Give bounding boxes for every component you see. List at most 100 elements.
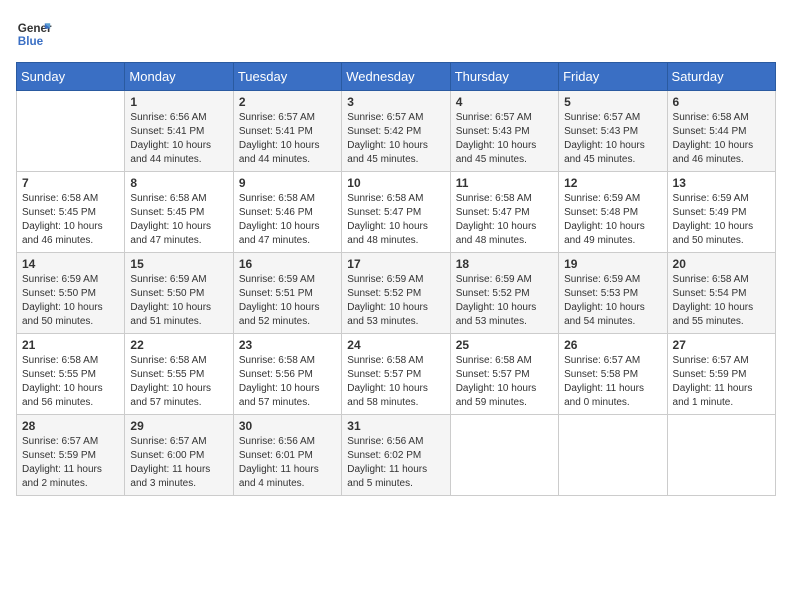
day-info: Sunrise: 6:59 AMSunset: 5:48 PMDaylight:… [564, 192, 661, 248]
day-number: 11 [456, 176, 553, 190]
calendar-table: SundayMondayTuesdayWednesdayThursdayFrid… [16, 62, 776, 496]
calendar-header-row: SundayMondayTuesdayWednesdayThursdayFrid… [17, 63, 776, 91]
day-cell: 15 Sunrise: 6:59 AMSunset: 5:50 PMDayligh… [125, 253, 233, 334]
day-number: 12 [564, 176, 661, 190]
day-info: Sunrise: 6:59 AMSunset: 5:50 PMDaylight:… [130, 273, 227, 329]
day-number: 7 [22, 176, 119, 190]
day-info: Sunrise: 6:57 AMSunset: 5:41 PMDaylight:… [239, 111, 336, 167]
day-cell [17, 91, 125, 172]
day-number: 3 [347, 95, 444, 109]
day-number: 30 [239, 419, 336, 433]
day-cell: 16 Sunrise: 6:59 AMSunset: 5:51 PMDayligh… [233, 253, 341, 334]
day-info: Sunrise: 6:58 AMSunset: 5:55 PMDaylight:… [130, 354, 227, 410]
day-info: Sunrise: 6:57 AMSunset: 5:58 PMDaylight:… [564, 354, 661, 410]
day-cell: 12 Sunrise: 6:59 AMSunset: 5:48 PMDayligh… [559, 172, 667, 253]
logo: General Blue [16, 16, 52, 52]
week-row-1: 1 Sunrise: 6:56 AMSunset: 5:41 PMDaylight… [17, 91, 776, 172]
day-number: 13 [673, 176, 770, 190]
day-number: 25 [456, 338, 553, 352]
day-info: Sunrise: 6:58 AMSunset: 5:45 PMDaylight:… [22, 192, 119, 248]
day-info: Sunrise: 6:58 AMSunset: 5:47 PMDaylight:… [456, 192, 553, 248]
column-header-monday: Monday [125, 63, 233, 91]
day-number: 23 [239, 338, 336, 352]
day-info: Sunrise: 6:59 AMSunset: 5:53 PMDaylight:… [564, 273, 661, 329]
column-header-friday: Friday [559, 63, 667, 91]
day-info: Sunrise: 6:57 AMSunset: 5:43 PMDaylight:… [564, 111, 661, 167]
day-number: 28 [22, 419, 119, 433]
day-info: Sunrise: 6:56 AMSunset: 6:01 PMDaylight:… [239, 435, 336, 491]
day-number: 20 [673, 257, 770, 271]
day-cell: 14Sunrise: 6:59 AMSunset: 5:50 PMDayligh… [17, 253, 125, 334]
day-number: 5 [564, 95, 661, 109]
day-info: Sunrise: 6:59 AMSunset: 5:49 PMDaylight:… [673, 192, 770, 248]
day-number: 22 [130, 338, 227, 352]
day-cell: 20 Sunrise: 6:58 AMSunset: 5:54 PMDayligh… [667, 253, 775, 334]
day-info: Sunrise: 6:58 AMSunset: 5:54 PMDaylight:… [673, 273, 770, 329]
day-info: Sunrise: 6:57 AMSunset: 6:00 PMDaylight:… [130, 435, 227, 491]
day-info: Sunrise: 6:59 AMSunset: 5:52 PMDaylight:… [456, 273, 553, 329]
day-cell: 9 Sunrise: 6:58 AMSunset: 5:46 PMDaylight… [233, 172, 341, 253]
week-row-2: 7 Sunrise: 6:58 AMSunset: 5:45 PMDaylight… [17, 172, 776, 253]
day-number: 17 [347, 257, 444, 271]
day-cell: 28 Sunrise: 6:57 AMSunset: 5:59 PMDayligh… [17, 415, 125, 496]
day-cell: 29Sunrise: 6:57 AMSunset: 6:00 PMDayligh… [125, 415, 233, 496]
day-info: Sunrise: 6:57 AMSunset: 5:42 PMDaylight:… [347, 111, 444, 167]
day-info: Sunrise: 6:58 AMSunset: 5:55 PMDaylight:… [22, 354, 119, 410]
day-number: 4 [456, 95, 553, 109]
day-cell: 2 Sunrise: 6:57 AMSunset: 5:41 PMDaylight… [233, 91, 341, 172]
day-info: Sunrise: 6:58 AMSunset: 5:45 PMDaylight:… [130, 192, 227, 248]
column-header-saturday: Saturday [667, 63, 775, 91]
week-row-5: 28 Sunrise: 6:57 AMSunset: 5:59 PMDayligh… [17, 415, 776, 496]
day-number: 18 [456, 257, 553, 271]
day-number: 1 [130, 95, 227, 109]
day-info: Sunrise: 6:57 AMSunset: 5:59 PMDaylight:… [22, 435, 119, 491]
day-cell: 13 Sunrise: 6:59 AMSunset: 5:49 PMDayligh… [667, 172, 775, 253]
day-cell: 19 Sunrise: 6:59 AMSunset: 5:53 PMDayligh… [559, 253, 667, 334]
day-number: 16 [239, 257, 336, 271]
day-cell: 18 Sunrise: 6:59 AMSunset: 5:52 PMDayligh… [450, 253, 558, 334]
day-cell: 10Sunrise: 6:58 AMSunset: 5:47 PMDayligh… [342, 172, 450, 253]
day-info: Sunrise: 6:57 AMSunset: 5:43 PMDaylight:… [456, 111, 553, 167]
week-row-4: 21Sunrise: 6:58 AMSunset: 5:55 PMDayligh… [17, 334, 776, 415]
day-cell [450, 415, 558, 496]
day-info: Sunrise: 6:59 AMSunset: 5:51 PMDaylight:… [239, 273, 336, 329]
day-cell: 23 Sunrise: 6:58 AMSunset: 5:56 PMDayligh… [233, 334, 341, 415]
day-number: 10 [347, 176, 444, 190]
svg-text:Blue: Blue [18, 35, 44, 48]
day-cell [667, 415, 775, 496]
column-header-sunday: Sunday [17, 63, 125, 91]
logo-icon: General Blue [16, 16, 52, 52]
day-info: Sunrise: 6:58 AMSunset: 5:46 PMDaylight:… [239, 192, 336, 248]
day-number: 26 [564, 338, 661, 352]
day-info: Sunrise: 6:58 AMSunset: 5:57 PMDaylight:… [347, 354, 444, 410]
day-number: 2 [239, 95, 336, 109]
day-cell: 27Sunrise: 6:57 AMSunset: 5:59 PMDayligh… [667, 334, 775, 415]
day-info: Sunrise: 6:56 AMSunset: 5:41 PMDaylight:… [130, 111, 227, 167]
column-header-thursday: Thursday [450, 63, 558, 91]
day-cell [559, 415, 667, 496]
column-header-wednesday: Wednesday [342, 63, 450, 91]
day-cell: 24Sunrise: 6:58 AMSunset: 5:57 PMDayligh… [342, 334, 450, 415]
day-info: Sunrise: 6:57 AMSunset: 5:59 PMDaylight:… [673, 354, 770, 410]
day-number: 15 [130, 257, 227, 271]
day-cell: 31Sunrise: 6:56 AMSunset: 6:02 PMDayligh… [342, 415, 450, 496]
day-number: 8 [130, 176, 227, 190]
day-info: Sunrise: 6:58 AMSunset: 5:44 PMDaylight:… [673, 111, 770, 167]
day-cell: 26 Sunrise: 6:57 AMSunset: 5:58 PMDayligh… [559, 334, 667, 415]
column-header-tuesday: Tuesday [233, 63, 341, 91]
day-number: 9 [239, 176, 336, 190]
day-cell: 17 Sunrise: 6:59 AMSunset: 5:52 PMDayligh… [342, 253, 450, 334]
day-number: 14 [22, 257, 119, 271]
day-number: 19 [564, 257, 661, 271]
day-cell: 5 Sunrise: 6:57 AMSunset: 5:43 PMDaylight… [559, 91, 667, 172]
day-cell: 8 Sunrise: 6:58 AMSunset: 5:45 PMDaylight… [125, 172, 233, 253]
day-info: Sunrise: 6:59 AMSunset: 5:52 PMDaylight:… [347, 273, 444, 329]
day-cell: 4 Sunrise: 6:57 AMSunset: 5:43 PMDaylight… [450, 91, 558, 172]
day-cell: 25 Sunrise: 6:58 AMSunset: 5:57 PMDayligh… [450, 334, 558, 415]
day-info: Sunrise: 6:56 AMSunset: 6:02 PMDaylight:… [347, 435, 444, 491]
day-info: Sunrise: 6:58 AMSunset: 5:57 PMDaylight:… [456, 354, 553, 410]
day-number: 6 [673, 95, 770, 109]
day-cell: 30 Sunrise: 6:56 AMSunset: 6:01 PMDayligh… [233, 415, 341, 496]
day-cell: 6 Sunrise: 6:58 AMSunset: 5:44 PMDaylight… [667, 91, 775, 172]
day-info: Sunrise: 6:58 AMSunset: 5:56 PMDaylight:… [239, 354, 336, 410]
